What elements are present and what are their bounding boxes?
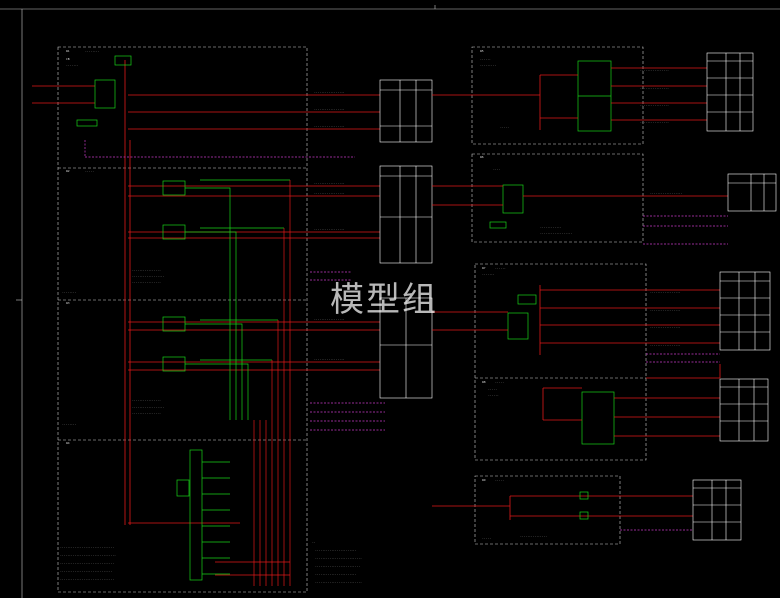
right-bottom-panel: W9..... ..... ............... (432, 475, 742, 545)
svg-text:..............................: .............................. (60, 577, 114, 581)
svg-text:......: ...... (480, 57, 491, 61)
svg-text:W7: W7 (482, 266, 486, 270)
svg-text:................: ................ (640, 86, 669, 90)
svg-text:.......: ....... (66, 63, 79, 67)
svg-text:..............................: ............................... (60, 553, 116, 557)
svg-text:.................: ................. (650, 290, 681, 294)
svg-text:................: ................ (132, 280, 161, 284)
svg-text:............: ............ (540, 225, 562, 229)
svg-text:.................: ................. (314, 107, 345, 111)
svg-text:.................: ................. (314, 90, 345, 94)
svg-text:.........................: ......................... (315, 564, 360, 568)
svg-text:.................: ................. (314, 357, 345, 361)
watermark: 模型组 (330, 280, 438, 320)
svg-text:...............: ............... (520, 534, 547, 538)
svg-text:W4: W4 (66, 441, 70, 445)
svg-text:........: ........ (85, 49, 100, 53)
right-third-panel: W7...... ....... W8..... ........... ...… (432, 263, 771, 461)
svg-text:W6: W6 (480, 155, 484, 159)
right-top-panel: W5............... ..... ................… (432, 46, 754, 145)
svg-text:.....: ..... (85, 169, 94, 173)
svg-text:..................: .................. (540, 231, 573, 235)
svg-text:.................: ................. (314, 124, 345, 128)
svg-text:................: ................ (640, 68, 669, 72)
svg-text:........: ........ (62, 290, 77, 294)
svg-text:..........................: .......................... (315, 580, 362, 584)
svg-text:..................: .................. (132, 274, 165, 278)
svg-text:.....: ..... (482, 536, 491, 540)
svg-text:CB: CB (66, 57, 70, 61)
svg-text:..................: .................. (650, 191, 683, 195)
svg-text:W2: W2 (66, 169, 70, 173)
svg-text:W8: W8 (482, 380, 486, 384)
svg-text:.....: ..... (495, 478, 504, 482)
svg-text:.................: ................. (650, 343, 681, 347)
svg-text:.................: ................. (650, 308, 681, 312)
svg-text:W1: W1 (66, 49, 70, 53)
svg-text:..............................: .............................. (60, 545, 114, 549)
right-second-panel: W6.... ............ .................. .… (432, 153, 777, 245)
svg-text:.......................: ....................... (315, 572, 357, 576)
svg-text:.................: ................. (314, 227, 345, 231)
svg-text:................: ................ (132, 398, 161, 402)
svg-text:W3: W3 (66, 301, 70, 305)
svg-text:................: ................ (132, 411, 161, 415)
svg-text:.................: ................. (314, 181, 345, 185)
svg-text:.....: ..... (500, 125, 509, 129)
svg-text:....: .... (493, 167, 500, 171)
svg-text:W5: W5 (480, 49, 484, 53)
svg-text:................: ................ (640, 120, 669, 124)
svg-text:.................: ................. (314, 191, 345, 195)
svg-text:.......: ....... (482, 272, 495, 276)
svg-text:.....: ..... (495, 380, 504, 384)
svg-text:..............................: .............................. (60, 561, 114, 565)
middle-tables (379, 79, 433, 399)
svg-text:..................: .................. (132, 405, 165, 409)
svg-text:.........: ......... (480, 63, 496, 67)
svg-text:W9: W9 (482, 478, 486, 482)
svg-text:..........................: .......................... (315, 556, 362, 560)
svg-text:..: .. (312, 540, 316, 544)
svg-text:......: ...... (495, 266, 506, 270)
svg-text:.......................: ....................... (315, 548, 357, 552)
svg-text:........: ........ (62, 422, 77, 426)
svg-text:......: ...... (488, 393, 499, 397)
svg-text:................: ................ (132, 268, 161, 272)
svg-text:.............................: ............................. (60, 569, 113, 573)
svg-text:.....: ..... (488, 387, 497, 391)
svg-text:................: ................ (640, 103, 669, 107)
svg-text:.................: ................. (650, 325, 681, 329)
